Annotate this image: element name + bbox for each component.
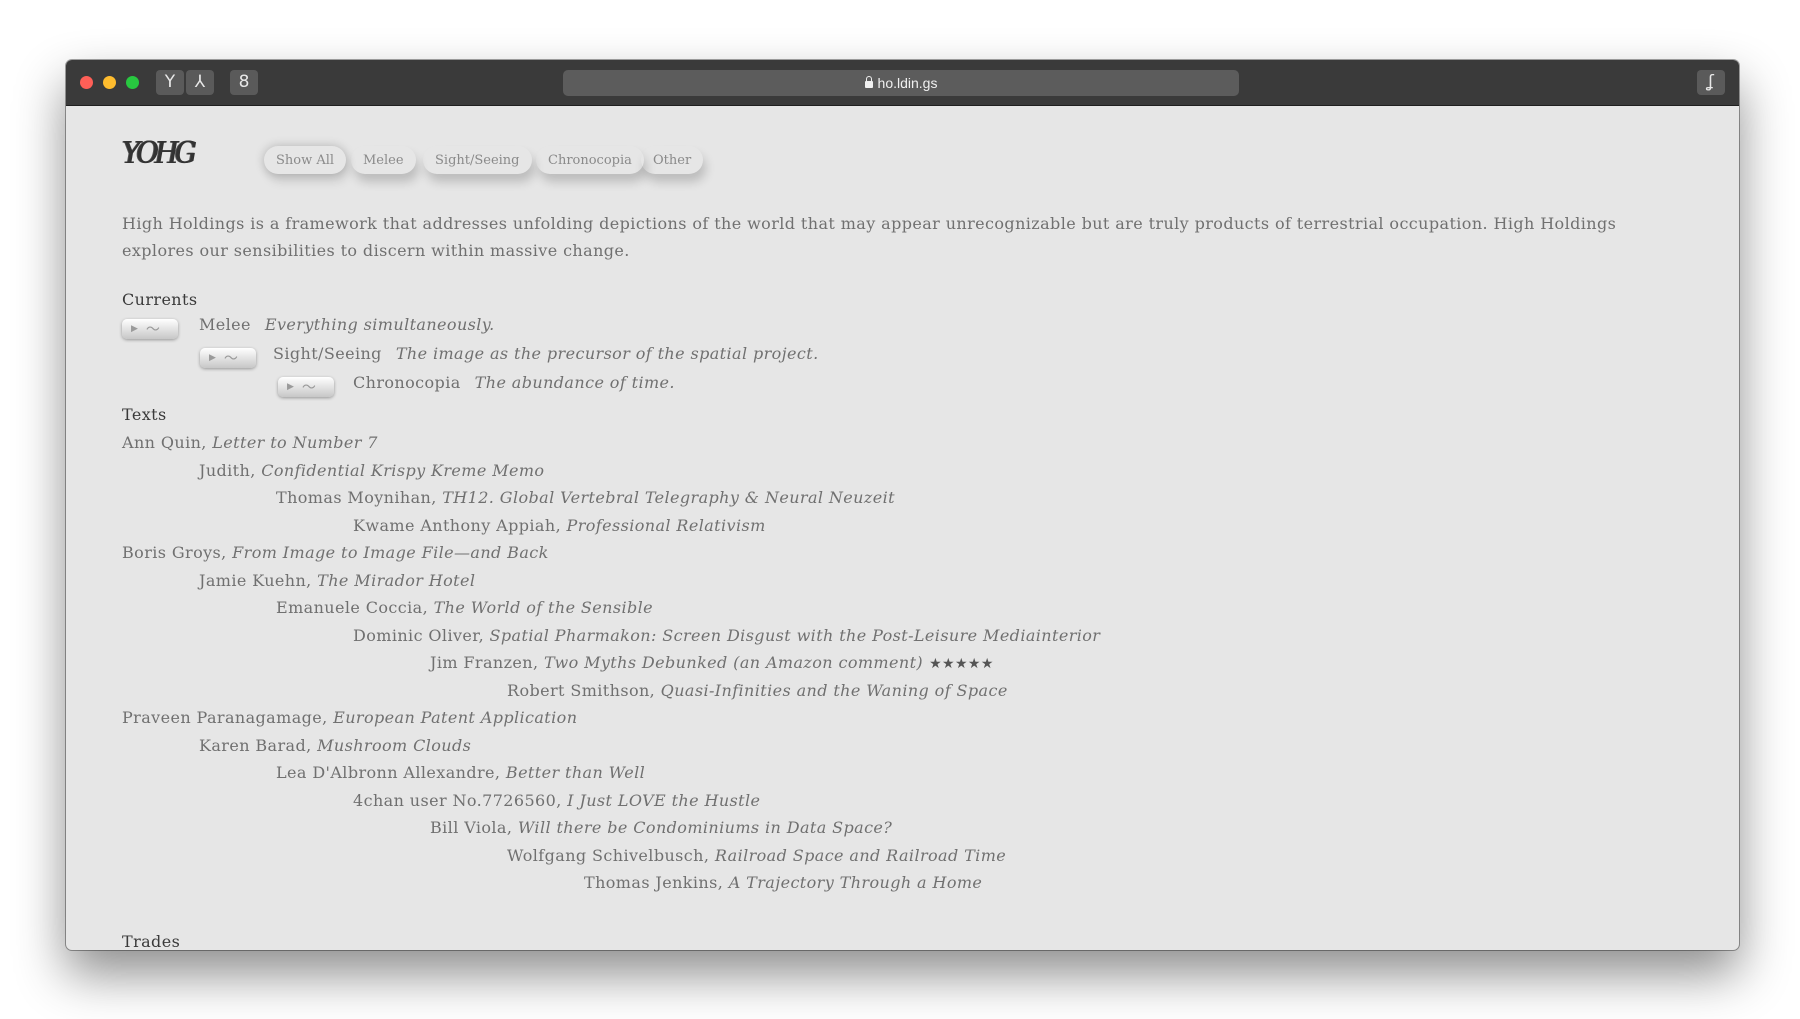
current-item-chronocopia[interactable]: Chronocopia The abundance of time. [353,373,675,392]
text-title: Confidential Krispy Kreme Memo [261,460,545,480]
text-title: A Trajectory Through a Home [728,873,983,892]
text-author: Judith, [199,460,262,480]
text-title: Letter to Number 7 [212,433,378,452]
current-title: Chronocopia [353,373,461,392]
current-desc: The abundance of time. [474,373,675,392]
text-author: Robert Smithson, [507,680,661,700]
current-melee-play-button[interactable]: ▶ 〜 [122,319,178,339]
text-title: Spatial Pharmakon: Screen Disgust with t… [489,625,1101,645]
text-title: Two Myths Debunked (an Amazon comment) [543,653,924,672]
text-author: Praveen Paranagamage, [122,708,334,727]
current-sight-seeing-play-button[interactable]: ▶ 〜 [200,348,256,368]
text-title: The World of the Sensible [433,598,654,617]
current-chronocopia-play-button[interactable]: ▶ 〜 [278,377,334,397]
close-window-button[interactable] [80,76,93,89]
text-title: From Image to Image File—and Back [232,543,549,562]
text-entry[interactable]: Praveen Paranagamage, European Patent Ap… [122,708,577,727]
text-author: Kwame Anthony Appiah, [353,515,567,535]
text-entry[interactable]: 4chan user No.7726560, I Just LOVE the H… [353,791,760,810]
text-title: Better than Well [505,763,646,782]
text-entry[interactable]: Robert Smithson, Quasi-Infinities and th… [507,681,1008,700]
text-entry[interactable]: Kwame Anthony Appiah, Professional Relat… [353,516,766,535]
maximize-window-button[interactable] [126,76,139,89]
text-entry[interactable]: Lea D'Albronn Allexandre, Better than We… [276,763,645,782]
text-title: I Just LOVE the Hustle [567,790,761,810]
play-icon: ▶ [131,324,138,334]
text-title: European Patent Application [333,708,578,727]
text-title: Railroad Space and Railroad Time [714,845,1007,865]
minimize-window-button[interactable] [103,76,116,89]
text-title: TH12. Global Vertebral Telegraphy & Neur… [442,488,895,507]
toolbar-eight-icon[interactable]: 8 [230,70,258,95]
play-icon: ▶ [287,382,294,392]
text-author: 4chan user No.7726560, [353,790,568,810]
text-author: Emanuele Coccia, [276,598,434,617]
filter-show-all[interactable]: Show All [264,146,346,174]
filter-sight-seeing[interactable]: Sight/Seeing [423,146,532,174]
text-entry[interactable]: Jim Franzen, Two Myths Debunked (an Amaz… [430,653,994,672]
text-author: Boris Groys, [122,543,233,562]
text-entry[interactable]: Jamie Kuehn, The Mirador Hotel [199,571,475,590]
page-content: YOHG Show All Melee Sight/Seeing Chronoc… [66,106,1739,950]
site-logo[interactable]: YOHG [122,136,196,182]
current-title: Sight/Seeing [273,344,382,363]
text-author: Jamie Kuehn, [199,570,318,590]
text-entry[interactable]: Wolfgang Schivelbusch, Railroad Space an… [507,846,1006,865]
currents-heading: Currents [122,290,198,309]
current-item-melee[interactable]: Melee Everything simultaneously. [199,315,495,334]
text-entry[interactable]: Ann Quin, Letter to Number 7 [122,433,378,452]
filter-chronocopia[interactable]: Chronocopia [536,146,644,174]
toolbar-y-icon[interactable]: Y [156,70,184,95]
rating-stars: ★★★★★ [929,656,994,672]
lock-icon [864,75,873,88]
text-entry[interactable]: Dominic Oliver, Spatial Pharmakon: Scree… [353,626,1100,645]
wave-icon: 〜 [223,351,238,367]
text-author: Thomas Moynihan, [276,488,443,507]
text-author: Karen Barad, [199,735,318,755]
current-desc: Everything simultaneously. [264,315,495,334]
text-title: Professional Relativism [566,515,766,535]
toolbar-lambda-icon[interactable]: ⅄ [186,70,214,95]
text-entry[interactable]: Thomas Moynihan, TH12. Global Vertebral … [276,488,895,507]
text-entry[interactable]: Bill Viola, Will there be Condominiums i… [430,818,892,837]
trades-heading: Trades [122,932,181,950]
filter-other[interactable]: Other [641,146,703,174]
texts-heading: Texts [122,405,167,424]
text-entry[interactable]: Thomas Jenkins, A Trajectory Through a H… [584,873,982,892]
toolbar-right-icon[interactable]: ʆ [1697,70,1725,95]
text-title: Will there be Condominiums in Data Space… [517,818,893,837]
text-author: Jim Franzen, [430,653,544,672]
text-entry[interactable]: Emanuele Coccia, The World of the Sensib… [276,598,653,617]
text-author: Wolfgang Schivelbusch, [507,845,715,865]
current-title: Melee [199,315,251,334]
wave-icon: 〜 [145,322,160,338]
browser-titlebar: Y ⅄ 8 ho.ldin.gs ʆ [66,60,1739,106]
wave-icon: 〜 [301,380,316,396]
text-entry[interactable]: Judith, Confidential Krispy Kreme Memo [199,461,544,480]
intro-paragraph: High Holdings is a framework that addres… [122,214,1617,260]
text-author: Lea D'Albronn Allexandre, [276,763,506,782]
text-author: Bill Viola, [430,818,518,837]
filter-melee[interactable]: Melee [351,146,416,174]
text-title: Quasi-Infinities and the Waning of Space [660,680,1008,700]
text-entry[interactable]: Karen Barad, Mushroom Clouds [199,736,471,755]
text-entry[interactable]: Boris Groys, From Image to Image File—an… [122,543,549,562]
current-item-sight-seeing[interactable]: Sight/Seeing The image as the precursor o… [273,344,819,363]
text-title: Mushroom Clouds [317,735,472,755]
text-author: Ann Quin, [122,433,213,452]
text-title: The Mirador Hotel [317,570,476,590]
url-text: ho.ldin.gs [877,75,938,91]
current-desc: The image as the precursor of the spatia… [395,344,819,363]
url-bar[interactable]: ho.ldin.gs [563,70,1239,96]
play-icon: ▶ [209,353,216,363]
browser-window: Y ⅄ 8 ho.ldin.gs ʆ YOHG Show All Melee S… [66,60,1739,950]
text-author: Dominic Oliver, [353,625,490,645]
text-author: Thomas Jenkins, [584,873,729,892]
